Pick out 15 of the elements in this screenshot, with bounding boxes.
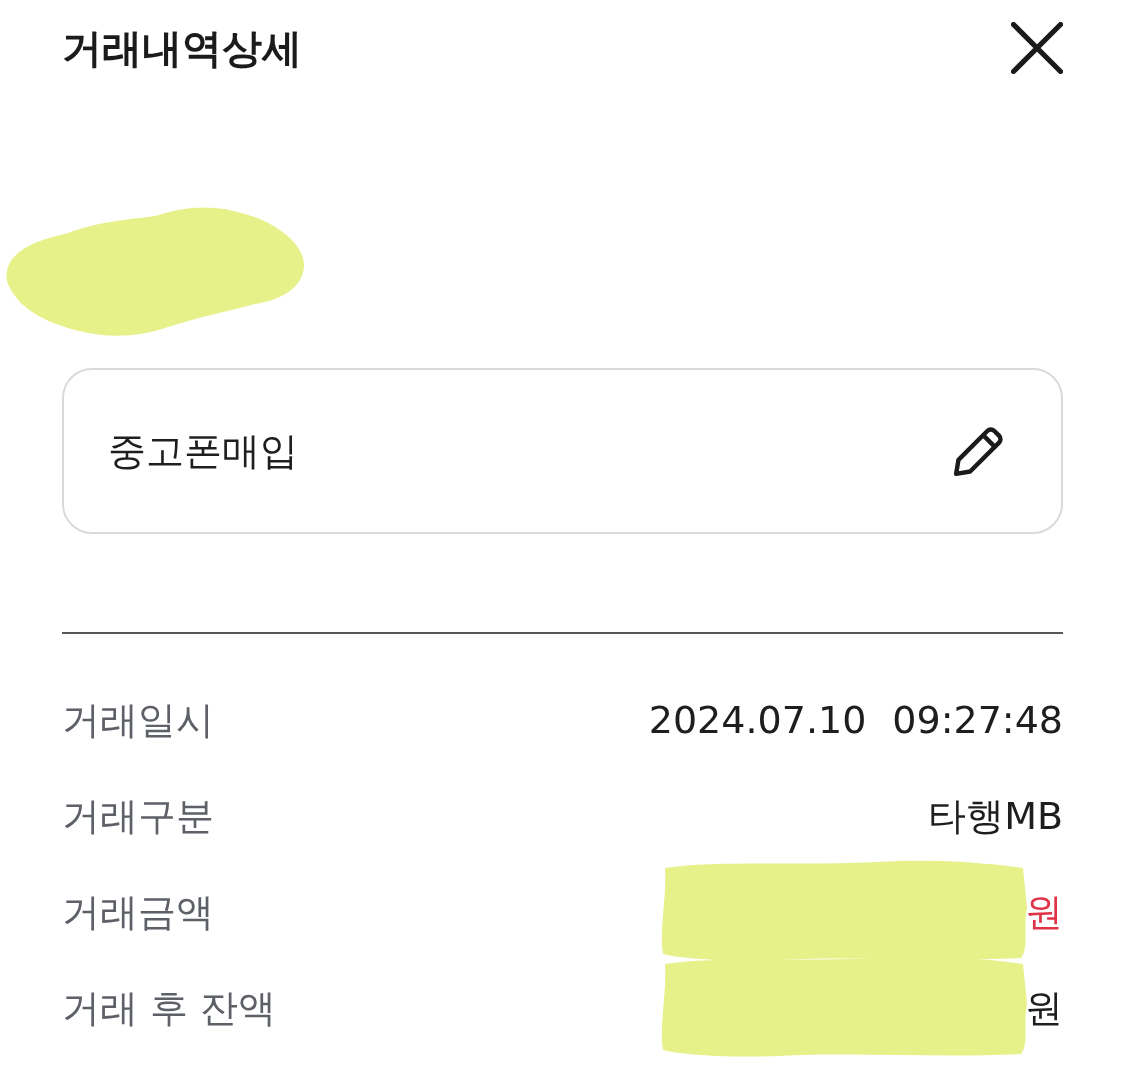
detail-value: 09:27:48	[892, 698, 1063, 742]
detail-value: 원	[1025, 888, 1063, 936]
detail-label: 거래금액	[62, 888, 214, 936]
detail-value: 2024.07.10	[648, 698, 867, 742]
detail-label: 거래일시	[62, 696, 214, 744]
detail-label: 거래구분	[62, 792, 214, 840]
screen-title: 거래내역상세	[62, 24, 302, 73]
detail-label: 거래 후 잔액	[62, 984, 277, 1032]
detail-value: 타행MB	[928, 792, 1063, 840]
close-icon	[1011, 22, 1063, 74]
memo-text: 중고폰매입	[108, 427, 298, 475]
pencil-icon	[953, 425, 1005, 477]
edit-button[interactable]	[953, 425, 1005, 477]
close-button[interactable]	[1011, 22, 1063, 74]
detail-value: 원	[1025, 984, 1063, 1032]
